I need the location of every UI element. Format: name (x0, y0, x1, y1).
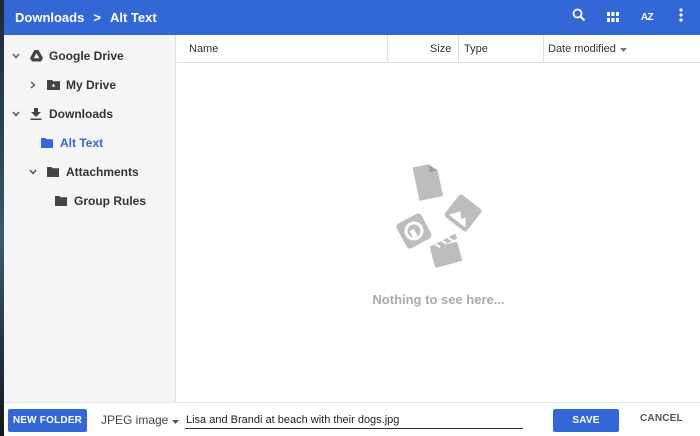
chevron-down-icon[interactable] (9, 111, 23, 117)
column-divider[interactable] (543, 35, 544, 63)
sidebar-item-label: Google Drive (49, 48, 124, 63)
column-divider[interactable] (458, 35, 459, 63)
folder-icon (40, 136, 54, 150)
sidebar-item-attachments[interactable]: Attachments (26, 157, 139, 186)
breadcrumb-downloads[interactable]: Downloads (15, 10, 84, 25)
chevron-down-icon[interactable] (26, 169, 40, 175)
save-button[interactable]: SAVE (553, 409, 619, 432)
folder-icon (54, 194, 68, 208)
column-header-row: Name Size Type Date modified (177, 35, 700, 63)
breadcrumb-separator: > (93, 10, 101, 25)
sidebar-item-alt-text[interactable]: Alt Text (40, 128, 103, 157)
dropdown-arrow-icon (172, 413, 180, 427)
title-bar: Downloads > Alt Text AZ (4, 0, 700, 35)
download-icon (29, 107, 43, 121)
more-vert-icon (679, 8, 683, 27)
google-drive-icon (29, 49, 43, 63)
document-icon (412, 164, 444, 201)
dialog-footer: NEW FOLDER JPEG image SAVE CANCEL (4, 402, 700, 436)
breadcrumb-current[interactable]: Alt Text (110, 10, 157, 25)
sidebar-item-downloads[interactable]: Downloads (9, 99, 113, 128)
sidebar-item-label: Attachments (66, 164, 139, 179)
drive-folder-icon (46, 78, 60, 92)
sort-arrow-icon (619, 43, 627, 55)
breadcrumb: Downloads > Alt Text (4, 10, 157, 25)
grid-view-button[interactable] (596, 0, 630, 35)
column-name[interactable]: Name (189, 35, 218, 63)
search-icon (572, 8, 586, 27)
sidebar-item-google-drive[interactable]: Google Drive (9, 41, 124, 70)
filename-input[interactable] (185, 411, 523, 429)
audio-file-icon (396, 213, 432, 249)
column-size[interactable]: Size (430, 35, 451, 63)
chevron-right-icon[interactable] (26, 80, 40, 89)
column-type[interactable]: Type (464, 35, 488, 63)
column-divider[interactable] (387, 35, 388, 63)
sidebar-item-label: Downloads (49, 106, 114, 121)
more-options-button[interactable] (664, 0, 698, 35)
file-type-value: JPEG image (101, 413, 169, 427)
sort-az-icon: AZ (640, 12, 654, 23)
sort-button[interactable]: AZ (630, 0, 664, 35)
grid-view-icon (607, 9, 619, 27)
chevron-down-icon[interactable] (9, 53, 23, 59)
folder-icon (46, 165, 60, 179)
empty-state-message: Nothing to see here... (372, 292, 505, 307)
column-date-modified[interactable]: Date modified (548, 35, 627, 63)
directory-tree: Google Drive My Drive Downloads Alt Text (4, 35, 176, 402)
sidebar-item-label: Alt Text (60, 135, 104, 150)
sidebar-item-label: My Drive (66, 77, 117, 92)
empty-folder-illustration (396, 164, 482, 268)
sidebar-item-my-drive[interactable]: My Drive (26, 70, 116, 99)
image-file-icon (444, 194, 482, 232)
column-date-label: Date modified (548, 43, 616, 55)
file-list-pane: Name Size Type Date modified Nothing to … (177, 35, 700, 402)
sidebar-item-group-rules[interactable]: Group Rules (54, 186, 146, 215)
new-folder-button[interactable]: NEW FOLDER (8, 409, 87, 432)
file-type-select[interactable]: JPEG image (101, 413, 180, 427)
cancel-button[interactable]: CANCEL (640, 413, 683, 424)
search-button[interactable] (562, 0, 596, 35)
sidebar-item-label: Group Rules (74, 193, 147, 208)
video-file-icon (429, 233, 462, 268)
